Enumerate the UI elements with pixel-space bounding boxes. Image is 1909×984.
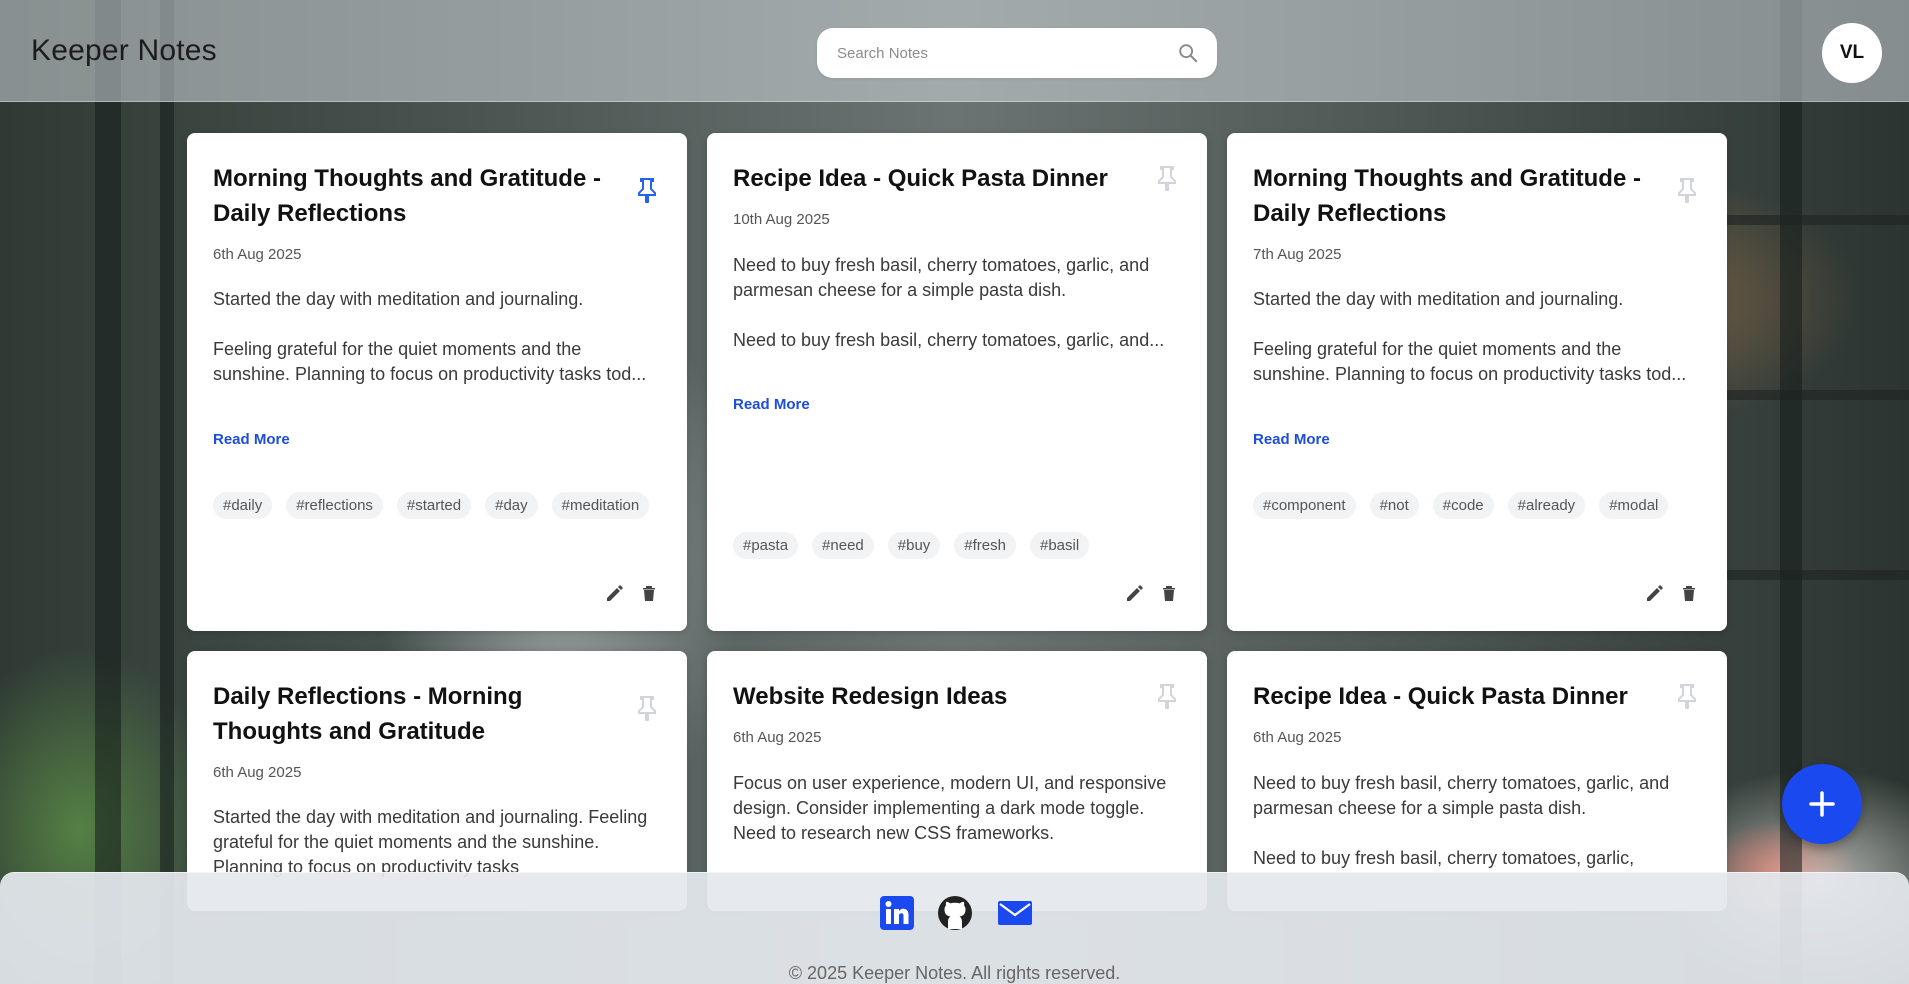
app-footer: © 2025 Keeper Notes. All rights reserved… [0,872,1909,984]
social-links [0,895,1909,931]
read-more-link[interactable]: Read More [733,396,810,413]
tag[interactable]: #pasta [733,532,799,559]
note-date: 6th Aug 2025 [213,764,302,781]
pin-icon[interactable] [1157,683,1177,709]
add-note-button[interactable] [1782,764,1862,844]
note-title: Morning Thoughts and Gratitude - Daily R… [1253,165,1641,227]
note-date: 6th Aug 2025 [1253,729,1342,746]
tag[interactable]: #fresh [954,532,1016,559]
app-header: Keeper Notes VL [0,0,1909,102]
envelope-icon[interactable] [995,895,1032,931]
note-date: 6th Aug 2025 [733,729,822,746]
search-box[interactable] [817,28,1217,78]
tag[interactable]: #already [1507,492,1586,519]
tag[interactable]: #started [396,492,472,519]
note-body: Need to buy fresh basil, cherry tomatoes… [733,255,1165,350]
note-body: Started the day with meditation and jour… [213,289,647,384]
search-icon[interactable] [1177,42,1199,64]
note-date: 7th Aug 2025 [1253,246,1342,263]
tag[interactable]: #basil [1030,532,1090,559]
note-card[interactable]: Recipe Idea - Quick Pasta Dinner 10th Au… [707,133,1207,631]
note-body: Focus on user experience, modern UI, and… [733,773,1167,843]
note-body: Started the day with meditation and jour… [213,807,648,877]
trash-icon[interactable] [639,583,659,603]
note-title: Recipe Idea - Quick Pasta Dinner [1253,683,1628,710]
pencil-icon[interactable] [1645,583,1665,603]
note-actions [605,583,659,603]
trash-icon[interactable] [1679,583,1699,603]
github-icon[interactable] [937,895,973,931]
pin-icon[interactable] [637,177,657,203]
pencil-icon[interactable] [1125,583,1145,603]
tag[interactable]: #daily [213,492,273,519]
pin-icon[interactable] [1157,165,1177,191]
tag[interactable]: #modal [1599,492,1669,519]
note-actions [1645,583,1699,603]
copyright-text: © 2025 Keeper Notes. All rights reserved… [788,963,1121,983]
tag-list: #component #not #code #already #modal [1253,492,1703,519]
linkedin-icon[interactable] [879,895,915,931]
pin-icon[interactable] [1677,683,1697,709]
tag[interactable]: #meditation [551,492,650,519]
tag-list: #pasta #need #buy #fresh #basil [733,532,1183,559]
note-title: Recipe Idea - Quick Pasta Dinner [733,165,1108,192]
pin-icon[interactable] [1677,177,1697,203]
note-date: 10th Aug 2025 [733,211,830,228]
tag[interactable]: #need [812,532,874,559]
app-title: Keeper Notes [31,34,217,67]
note-date: 6th Aug 2025 [213,246,302,263]
user-avatar[interactable]: VL [1822,23,1882,83]
note-card[interactable]: Morning Thoughts and Gratitude - Daily R… [187,133,687,631]
plus-icon [1809,791,1835,817]
pin-icon[interactable] [637,695,657,721]
note-title: Daily Reflections - Morning Thoughts and… [213,683,523,745]
read-more-link[interactable]: Read More [1253,431,1330,448]
tag[interactable]: #not [1369,492,1419,519]
trash-icon[interactable] [1159,583,1179,603]
note-body: Need to buy fresh basil, cherry tomatoes… [1253,773,1670,868]
tag[interactable]: #reflections [286,492,383,519]
note-title: Website Redesign Ideas [733,683,1008,710]
tag-list: #daily #reflections #started #day #medit… [213,492,663,519]
search-input[interactable] [837,28,1167,78]
read-more-link[interactable]: Read More [213,431,290,448]
tag[interactable]: #day [485,492,538,519]
note-title: Morning Thoughts and Gratitude - Daily R… [213,165,601,227]
note-body: Started the day with meditation and jour… [1253,289,1687,384]
tag[interactable]: #buy [887,532,941,559]
note-card[interactable]: Morning Thoughts and Gratitude - Daily R… [1227,133,1727,631]
tag[interactable]: #code [1432,492,1494,519]
tag[interactable]: #component [1253,492,1356,519]
pencil-icon[interactable] [605,583,625,603]
note-actions [1125,583,1179,603]
